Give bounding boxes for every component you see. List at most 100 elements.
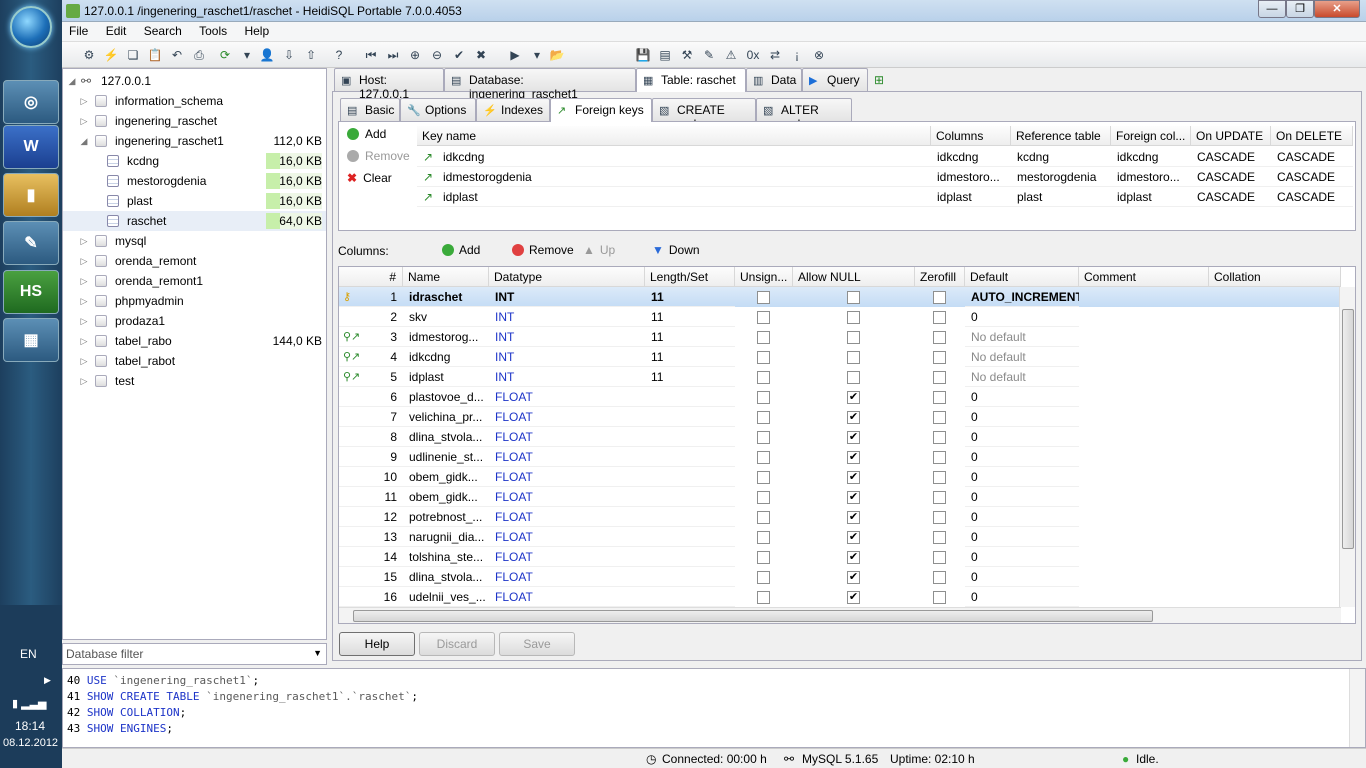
help-icon[interactable]: ? <box>330 46 348 64</box>
column-cell[interactable]: INT <box>489 307 645 327</box>
fk-cell[interactable]: idmestoro... <box>1111 167 1191 187</box>
expand-icon[interactable]: ▷ <box>79 291 89 311</box>
column-cell[interactable]: 14 <box>339 547 403 567</box>
column-down-button[interactable]: ▼ Down <box>652 243 700 257</box>
expand-icon[interactable]: ▷ <box>79 351 89 371</box>
checkbox[interactable] <box>757 531 770 544</box>
start-button[interactable] <box>10 6 52 48</box>
taskbar-app-tool-icon[interactable]: ▦ <box>3 318 59 362</box>
expand-icon[interactable]: ▷ <box>79 91 89 111</box>
fk-cell[interactable]: idmestorogdenia <box>417 167 931 187</box>
tree-item[interactable]: ▷ tabel_rabot <box>63 351 326 371</box>
checkbox[interactable]: ✔ <box>847 491 860 504</box>
checkbox[interactable]: ✔ <box>847 551 860 564</box>
column-cell[interactable] <box>645 427 735 447</box>
cancel-record-icon[interactable]: ✖ <box>472 46 490 64</box>
checkbox[interactable]: ✔ <box>847 571 860 584</box>
checkbox[interactable] <box>757 411 770 424</box>
checkbox[interactable]: ✔ <box>847 451 860 464</box>
sql-log[interactable]: 40 USE `ingenering_raschet1`; 41 SHOW CRE… <box>62 668 1366 748</box>
checkbox[interactable]: ✔ <box>847 591 860 604</box>
post-record-icon[interactable]: ✔ <box>450 46 468 64</box>
execute-dropdown-icon[interactable]: ▾ <box>528 46 546 64</box>
fk-cell[interactable]: idplast <box>1111 187 1191 207</box>
column-cell[interactable]: plastovoe_d... <box>403 387 489 407</box>
sql-log-scrollbar[interactable] <box>1349 669 1365 747</box>
tab-basic[interactable]: ▤ Basic <box>340 98 400 121</box>
tree-root-host[interactable]: ◢ ⚯ 127.0.0.1 <box>63 71 326 91</box>
column-cell[interactable] <box>645 467 735 487</box>
column-cell[interactable]: FLOAT <box>489 567 645 587</box>
fk-cell[interactable]: CASCADE <box>1191 147 1271 167</box>
column-header[interactable]: Default <box>965 267 1079 287</box>
column-cell[interactable]: idraschet <box>403 287 489 307</box>
column-cell[interactable]: 0 <box>965 427 1079 447</box>
checkbox[interactable] <box>933 451 946 464</box>
menu-help[interactable]: Help <box>237 22 276 40</box>
column-cell[interactable]: No default <box>965 367 1079 387</box>
tray-network-icon[interactable]: ▮ ▂▃▅ <box>12 697 47 710</box>
column-cell[interactable]: 11 <box>645 367 735 387</box>
checkbox[interactable] <box>847 351 860 364</box>
fk-cell[interactable]: kcdng <box>1011 147 1111 167</box>
column-cell[interactable]: 2 <box>339 307 403 327</box>
column-cell[interactable]: idkcdng <box>403 347 489 367</box>
hex-icon[interactable]: 0x <box>744 46 762 64</box>
checkbox[interactable] <box>933 591 946 604</box>
checkbox[interactable] <box>933 431 946 444</box>
checkbox[interactable] <box>933 551 946 564</box>
checkbox[interactable] <box>757 591 770 604</box>
tree-item[interactable]: ▷ phpmyadmin <box>63 291 326 311</box>
expand-icon[interactable]: ▷ <box>79 111 89 131</box>
checkbox[interactable] <box>933 511 946 524</box>
column-up-button[interactable]: ▲ Up <box>583 243 615 257</box>
tab-data[interactable]: ▥ Data <box>746 68 802 91</box>
column-add-button[interactable]: Add <box>442 243 480 257</box>
close-button[interactable]: ✕ <box>1314 0 1360 18</box>
checkbox[interactable] <box>933 351 946 364</box>
database-tree[interactable]: ◢ ⚯ 127.0.0.1 ▷ information_schema ▷ ingenerin… <box>62 68 327 640</box>
column-cell[interactable]: 16 <box>339 587 403 607</box>
column-cell[interactable]: 11 <box>645 307 735 327</box>
checkbox[interactable] <box>847 311 860 324</box>
clock-time[interactable]: 18:14 <box>15 719 45 733</box>
column-cell[interactable]: 11 <box>645 287 735 307</box>
tab-table[interactable]: ▦ Table: raschet <box>636 68 746 92</box>
column-cell[interactable]: 11 <box>645 347 735 367</box>
column-cell[interactable]: INT <box>489 367 645 387</box>
stop-icon[interactable]: ⊗ <box>810 46 828 64</box>
menu-search[interactable]: Search <box>137 22 189 40</box>
expand-icon[interactable]: ▷ <box>79 271 89 291</box>
checkbox[interactable] <box>933 391 946 404</box>
checkbox[interactable] <box>933 371 946 384</box>
column-header[interactable]: Comment <box>1079 267 1209 287</box>
column-cell[interactable]: FLOAT <box>489 507 645 527</box>
checkbox[interactable] <box>933 471 946 484</box>
fk-cell[interactable]: idmestoro... <box>931 167 1011 187</box>
column-cell[interactable]: 8 <box>339 427 403 447</box>
expand-icon[interactable]: ▷ <box>79 331 89 351</box>
column-cell[interactable]: 0 <box>965 507 1079 527</box>
fk-clear-button[interactable]: ✖ Clear <box>347 171 392 185</box>
save-sql-icon[interactable]: 💾 <box>634 46 652 64</box>
fk-header[interactable]: Columns <box>931 126 1011 146</box>
checkbox[interactable]: ✔ <box>847 391 860 404</box>
column-cell[interactable]: 12 <box>339 507 403 527</box>
expand-icon[interactable]: ▷ <box>79 311 89 331</box>
checkbox[interactable] <box>757 311 770 324</box>
column-header[interactable]: Length/Set <box>645 267 735 287</box>
scrollbar-thumb[interactable] <box>1342 309 1354 549</box>
taskbar-app-browser-icon[interactable]: ◎ <box>3 80 59 124</box>
column-cell[interactable] <box>645 487 735 507</box>
checkbox[interactable] <box>757 431 770 444</box>
checkbox[interactable]: ✔ <box>847 471 860 484</box>
column-cell[interactable]: 5 <box>339 367 403 387</box>
export-icon[interactable]: ⇧ <box>302 46 320 64</box>
fk-add-button[interactable]: Add <box>347 127 386 141</box>
execute-query-icon[interactable]: ▶ <box>506 46 524 64</box>
column-cell[interactable]: FLOAT <box>489 447 645 467</box>
first-record-icon[interactable]: ⏮ <box>362 46 380 64</box>
checkbox[interactable] <box>933 491 946 504</box>
column-cell[interactable] <box>645 527 735 547</box>
column-header[interactable]: Datatype <box>489 267 645 287</box>
